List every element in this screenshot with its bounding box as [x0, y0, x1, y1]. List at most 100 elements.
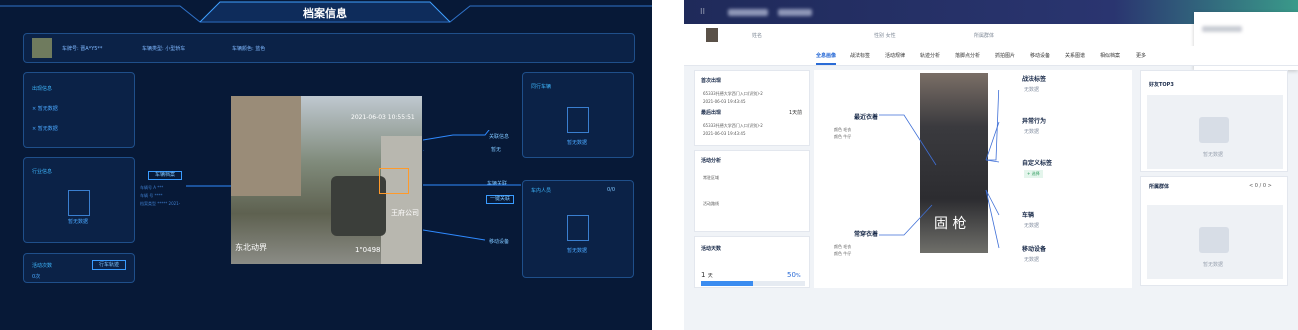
- active-days-bar: [701, 281, 805, 286]
- empty-box-icon: [1199, 227, 1229, 253]
- groups-empty-box: 暂无数据: [1147, 205, 1283, 279]
- tab-similar[interactable]: 相似档案: [1100, 52, 1120, 59]
- vehicle-people-empty: 暂无数据: [567, 248, 588, 254]
- person-profile: ⁝⁝ 姓名 性别 女性 所属群体 全息画像 战法标签 活动规律 轨迹分析 落脚点…: [684, 0, 1298, 330]
- industry-info-title: 行业信息: [32, 169, 53, 175]
- tab-holo[interactable]: 全息画像: [816, 52, 837, 65]
- vehicle-people-title: 车内人员: [531, 188, 552, 194]
- vehicle-people-pager[interactable]: 0/0: [607, 187, 615, 193]
- active-days-pct-unit: %: [795, 273, 801, 279]
- separator: [652, 0, 684, 330]
- first-appear-time: 2021-06-03 19:43:45: [703, 99, 746, 104]
- last-appear-title: 最后出现: [701, 110, 722, 116]
- gender-value: 女性: [885, 33, 896, 39]
- activity-route: 活动路线: [703, 201, 719, 206]
- name-label: 姓名: [752, 33, 763, 39]
- active-days-unit: 天: [707, 273, 713, 279]
- common-clothing-list: 颜色 毛衣 颜色 牛仔: [834, 244, 852, 256]
- active-count-panel: 活动次数 0次 行车轨迹: [23, 253, 135, 283]
- archive-dashboard: 档案信息 车牌号: 晋A*Y5** 车辆类型: 小型轿车 车辆颜色: 蓝色 出现…: [0, 0, 652, 330]
- friends-empty-box: 暂无数据: [1147, 95, 1283, 169]
- empty-doc-icon: [567, 107, 589, 133]
- avatar[interactable]: [706, 28, 718, 42]
- active-days-bar-fill: [701, 281, 753, 286]
- vehicle-people-panel: 车内人员 0/0 暂无数据: [522, 180, 634, 278]
- active-count-title: 活动次数: [32, 263, 53, 269]
- common-clothing-label: 常穿衣着: [854, 231, 879, 238]
- friends-top3-panel: 好友TOP3 暂无数据: [1140, 70, 1288, 172]
- tab-foothold[interactable]: 落脚点分析: [955, 52, 980, 59]
- last-appear-days: 1天前: [789, 110, 803, 116]
- active-days-value: 1: [701, 271, 706, 279]
- activity-analysis-title: 活动分析: [701, 158, 722, 164]
- tactics-tag-empty: 无数据: [1024, 87, 1040, 93]
- vehicle-type: 车辆类型: 小型轿车: [142, 46, 186, 52]
- empty-box-icon: [1199, 117, 1229, 143]
- camera-timestamp: 2021-06-03 10:55:51: [351, 114, 415, 121]
- peer-vehicles-panel: 同行车辆 暂无数据: [522, 72, 634, 158]
- vehicle-tag-label: 车辆: [1022, 212, 1035, 219]
- last-appear-place: 65333托德大学西门入口(识别)-2: [703, 123, 763, 128]
- camera-overlay-2: 1"0498: [355, 246, 381, 254]
- page-title: 档案信息: [303, 7, 347, 20]
- record-info: 车辆号 A *** 车辆 号 **** 档案类型 ***** 2021-: [140, 185, 181, 206]
- activity-analysis-panel: 活动分析 常驻区域 活动路线: [694, 150, 810, 232]
- tab-more[interactable]: 更多: [1136, 52, 1146, 59]
- group-label: 所属群体: [974, 33, 995, 39]
- tag-connectors: [879, 90, 1000, 249]
- peer-empty: 暂无数据: [567, 140, 588, 146]
- camera-snapshot[interactable]: 2021-06-03 10:55:51 东北动界 1"0498 王府公司: [231, 96, 422, 264]
- tab-devices[interactable]: 移动设备: [1030, 52, 1050, 59]
- active-days-pct: 50: [787, 271, 796, 279]
- groups-panel: 所属群体 < 0 / 0 > 暂无数据: [1140, 176, 1288, 286]
- active-count-unit: 次: [35, 274, 41, 280]
- tab-snapshots[interactable]: 抓拍图片: [995, 52, 1015, 59]
- empty-doc-icon: [567, 215, 589, 241]
- first-appear-place: 65333托德大学西门入口(识别)-2: [703, 91, 763, 96]
- regular-area: 常驻区域: [703, 175, 719, 180]
- tab-pattern[interactable]: 活动规律: [885, 52, 905, 59]
- tab-relations[interactable]: 关系图谱: [1065, 52, 1085, 59]
- appear-item-1: × 暂无数据: [32, 106, 58, 112]
- camera-overlay-3: 王府公司: [391, 209, 419, 217]
- last-appear-time: 2021-06-03 19:43:45: [703, 131, 746, 136]
- device-tag-empty: 无数据: [1024, 257, 1040, 263]
- tactics-tag-label: 战法标签: [1022, 76, 1047, 83]
- active-days-panel: 活动天数 1 天 50%: [694, 236, 810, 288]
- industry-info-panel: 行业信息 暂无数据: [23, 157, 135, 243]
- car-shape: [331, 176, 386, 236]
- appear-info-title: 出现信息: [32, 86, 53, 92]
- tab-trajectory[interactable]: 轨迹分析: [920, 52, 940, 59]
- custom-tag-select-button[interactable]: + 选择: [1024, 170, 1043, 178]
- empty-doc-icon: [68, 190, 90, 216]
- camera-overlay-1: 东北动界: [235, 243, 267, 252]
- custom-tag-label: 自定义标签: [1022, 160, 1053, 167]
- right-connectors: [423, 130, 521, 241]
- friends-top3-title: 好友TOP3: [1149, 82, 1174, 88]
- first-appear-title: 首次出现: [701, 78, 722, 84]
- abnormal-tag-label: 异常行为: [1022, 118, 1047, 125]
- abnormal-tag-empty: 无数据: [1024, 129, 1040, 135]
- tab-tactics[interactable]: 战法标签: [850, 52, 870, 59]
- blurred-breadcrumb: [728, 9, 768, 16]
- tab-bar: 全息画像 战法标签 活动规律 轨迹分析 落脚点分析 抓拍图片 移动设备 关系图谱…: [684, 46, 1298, 66]
- industry-empty: 暂无数据: [68, 219, 89, 225]
- track-button[interactable]: 行车轨迹: [92, 260, 126, 270]
- vehicle-color: 车辆颜色: 蓝色: [232, 46, 266, 52]
- gender-label: 性别: [874, 33, 885, 39]
- device-tag-label: 移动设备: [1022, 246, 1047, 253]
- groups-empty: 暂无数据: [1203, 262, 1224, 268]
- groups-pager[interactable]: < 0 / 0 >: [1249, 183, 1272, 189]
- vehicle-info-bar: 车牌号: 晋A*Y5** 车辆类型: 小型轿车 车辆颜色: 蓝色: [23, 33, 635, 63]
- vehicle-thumbnail[interactable]: [32, 38, 52, 58]
- appear-item-2: × 暂无数据: [32, 126, 58, 132]
- friends-empty: 暂无数据: [1203, 152, 1224, 158]
- groups-title: 所属群体: [1149, 184, 1170, 190]
- apps-grid-icon[interactable]: ⁝⁝: [700, 7, 710, 17]
- vehicle-tag-empty: 无数据: [1024, 223, 1040, 229]
- recent-clothing-label: 最近衣着: [854, 114, 879, 121]
- vehicle-plate: 车牌号: 晋A*Y5**: [62, 46, 103, 52]
- appearance-panel: 首次出现 65333托德大学西门入口(识别)-2 2021-06-03 19:4…: [694, 70, 810, 146]
- active-days-title: 活动天数: [701, 246, 722, 252]
- appear-info-panel: 出现信息 × 暂无数据 × 暂无数据: [23, 72, 135, 148]
